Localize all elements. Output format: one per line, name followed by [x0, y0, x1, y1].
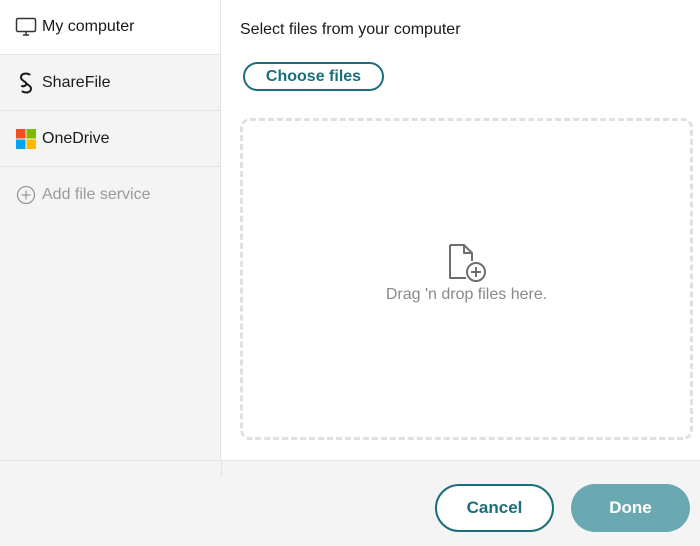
sharefile-logo-icon	[15, 72, 37, 94]
sidebar-item-sharefile[interactable]: ShareFile	[0, 55, 220, 111]
main-panel: Select files from your computer Choose f…	[221, 0, 700, 476]
add-file-service-button[interactable]: Add file service	[0, 167, 220, 223]
onedrive-logo-icon	[15, 128, 37, 150]
done-button[interactable]: Done	[571, 484, 690, 532]
sidebar-item-label: OneDrive	[42, 129, 110, 147]
drop-zone[interactable]: Drag 'n drop files here.	[240, 118, 693, 440]
page-title: Select files from your computer	[240, 21, 461, 38]
file-add-icon	[446, 242, 488, 284]
cancel-button[interactable]: Cancel	[435, 484, 554, 532]
sidebar: My computer ShareFile OneDrive Add file …	[0, 0, 221, 476]
drop-zone-hint: Drag 'n drop files here.	[385, 286, 548, 303]
choose-files-button[interactable]: Choose files	[243, 62, 384, 91]
sidebar-item-label: Add file service	[42, 186, 151, 203]
sidebar-item-label: ShareFile	[42, 73, 111, 91]
sidebar-item-onedrive[interactable]: OneDrive	[0, 111, 220, 167]
sidebar-item-label: My computer	[42, 18, 135, 35]
dialog-footer: Cancel Done	[0, 460, 700, 546]
sidebar-item-my-computer[interactable]: My computer	[0, 0, 220, 55]
footer-divider	[221, 461, 222, 477]
plus-circle-icon	[15, 184, 37, 206]
monitor-icon	[15, 16, 37, 38]
